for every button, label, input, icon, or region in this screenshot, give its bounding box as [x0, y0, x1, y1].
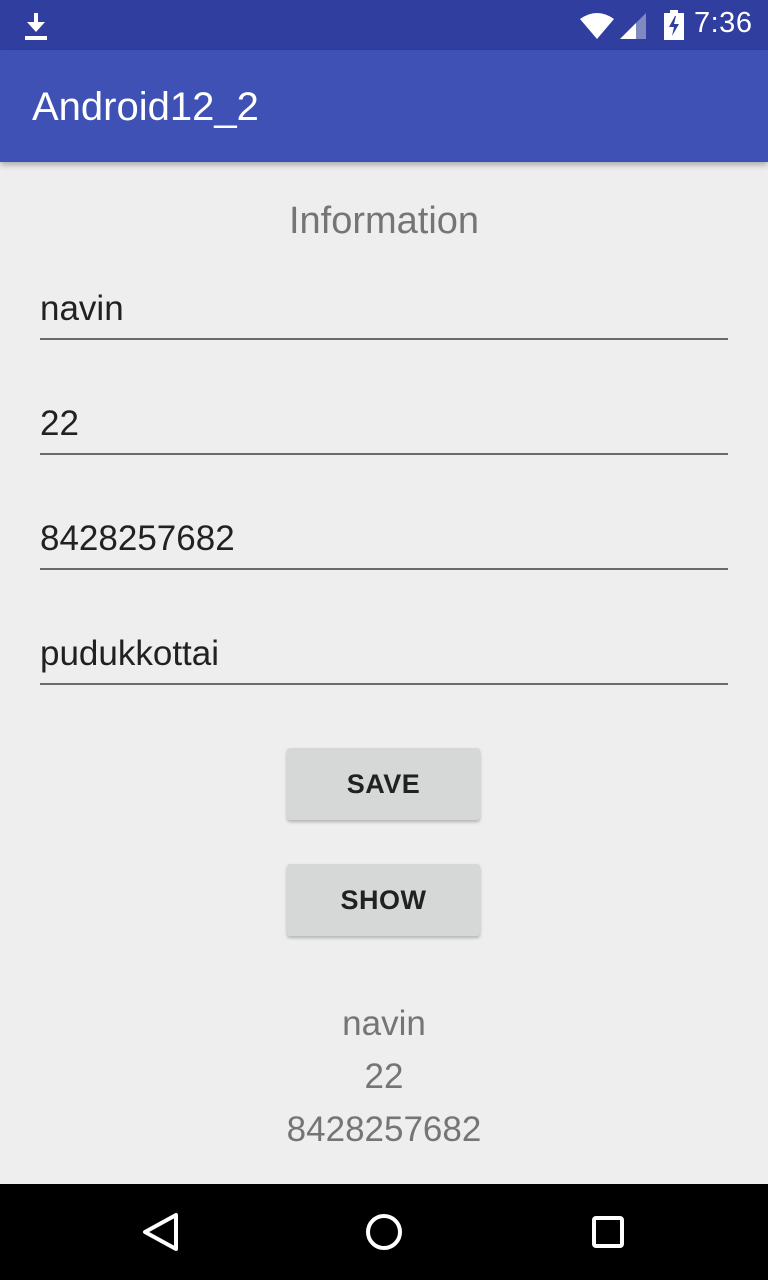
battery-icon — [664, 10, 684, 40]
show-button[interactable]: SHOW — [287, 864, 480, 936]
home-icon[interactable] — [349, 1198, 419, 1266]
navigation-bar — [0, 1184, 768, 1280]
status-bar: 7:36 — [0, 0, 768, 50]
save-button[interactable]: SAVE — [287, 748, 480, 820]
city-field[interactable] — [40, 625, 728, 685]
output-name: navin — [342, 1004, 426, 1043]
main-content: Information SAVE SHOW navin 22 842825768… — [0, 162, 768, 1184]
name-field[interactable] — [40, 280, 728, 340]
signal-icon — [620, 13, 646, 39]
app-title: Android12_2 — [32, 85, 259, 129]
app-bar: Android12_2 — [0, 50, 768, 162]
age-field-wrapper — [40, 395, 728, 455]
output-phone: 8428257682 — [286, 1110, 482, 1149]
information-heading: Information — [288, 200, 480, 242]
status-clock: 7:36 — [694, 7, 753, 39]
phone-field[interactable] — [40, 510, 728, 570]
city-field-wrapper — [40, 625, 728, 685]
output-age: 22 — [364, 1057, 404, 1096]
name-field-wrapper — [40, 280, 728, 340]
download-icon — [25, 13, 47, 40]
age-field[interactable] — [40, 395, 728, 455]
wifi-icon — [580, 13, 614, 39]
recents-icon[interactable] — [573, 1198, 643, 1266]
back-icon[interactable] — [125, 1198, 195, 1266]
phone-field-wrapper — [40, 510, 728, 570]
